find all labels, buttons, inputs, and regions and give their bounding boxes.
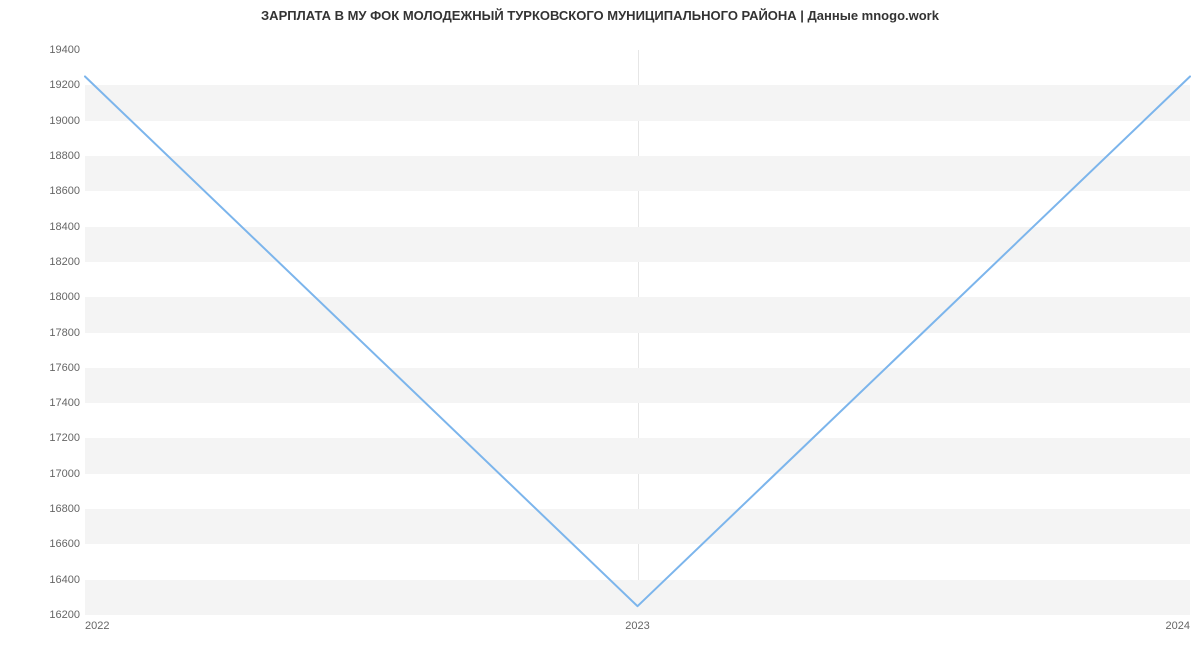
- y-axis-label: 18800: [49, 150, 80, 162]
- plot-area: [85, 50, 1190, 615]
- x-axis-label: 2024: [1166, 620, 1190, 632]
- y-axis-label: 17200: [49, 432, 80, 444]
- y-axis-label: 19400: [49, 44, 80, 56]
- series-path: [85, 76, 1190, 606]
- line-series: [85, 50, 1190, 615]
- y-axis-label: 18200: [49, 256, 80, 268]
- y-axis-label: 16800: [49, 503, 80, 515]
- y-axis-label: 19200: [49, 79, 80, 91]
- y-axis-label: 17000: [49, 468, 80, 480]
- y-axis-label: 16400: [49, 574, 80, 586]
- y-axis-label: 18000: [49, 291, 80, 303]
- y-axis-label: 16600: [49, 538, 80, 550]
- chart-title: ЗАРПЛАТА В МУ ФОК МОЛОДЕЖНЫЙ ТУРКОВСКОГО…: [0, 8, 1200, 23]
- y-axis-label: 17600: [49, 362, 80, 374]
- y-axis-label: 19000: [49, 115, 80, 127]
- x-axis-label: 2022: [85, 620, 109, 632]
- y-axis-label: 18400: [49, 221, 80, 233]
- y-axis-label: 16200: [49, 609, 80, 621]
- y-axis-label: 17800: [49, 327, 80, 339]
- y-axis-label: 17400: [49, 397, 80, 409]
- x-axis-label: 2023: [625, 620, 649, 632]
- chart-container: ЗАРПЛАТА В МУ ФОК МОЛОДЕЖНЫЙ ТУРКОВСКОГО…: [0, 0, 1200, 650]
- y-axis-label: 18600: [49, 185, 80, 197]
